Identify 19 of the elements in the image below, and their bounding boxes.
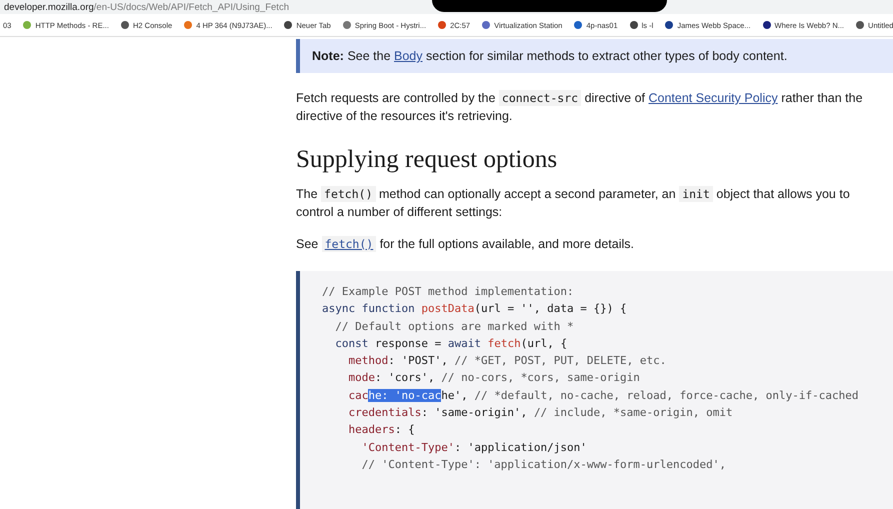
code-line: cache: 'no-cache', // *default, no-cache, reload, force-cache, only-if-cached bbox=[347, 388, 860, 404]
code-line: // 'Content-Type': 'application/x-www-form-urlencoded', bbox=[360, 456, 727, 473]
csp-link[interactable]: Content Security Policy bbox=[648, 91, 778, 105]
body-link[interactable]: Body bbox=[394, 49, 423, 63]
code-line: // Example POST method implementation: bbox=[322, 284, 575, 300]
paragraph: The fetch() method can optionally accept a second parameter, an init object that allows you to control a number of different settings: bbox=[296, 185, 851, 221]
fetch-link[interactable]: fetch() bbox=[322, 236, 376, 252]
section-heading: Supplying request options bbox=[296, 145, 558, 175]
code-line: // Default options are marked with * bbox=[334, 318, 575, 335]
paragraph: Fetch requests are controlled by the connect-src directive of Content Security Policy rather than the directive of the resources it's retrieving. bbox=[296, 89, 864, 125]
code-line: credentials: 'same-origin', // include, *same-origin, omit bbox=[347, 405, 734, 422]
code-line: 'Content-Type': 'application/json' bbox=[360, 440, 588, 456]
paragraph: See fetch() for the full options available, and more details. bbox=[296, 235, 636, 253]
code-line: async function postData(url = '', data = {}) { bbox=[322, 301, 628, 318]
code-line: const response = await fetch(url, { bbox=[334, 336, 568, 352]
note-text: Note: See the Body section for similar methods to extract other types of body content. bbox=[312, 48, 788, 65]
code-line: headers: { bbox=[347, 422, 416, 438]
code-line: method: 'POST', // *GET, POST, PUT, DELETE, etc. bbox=[347, 353, 668, 370]
code-line: mode: 'cors', // no-cors, *cors, same-origin bbox=[347, 370, 641, 386]
